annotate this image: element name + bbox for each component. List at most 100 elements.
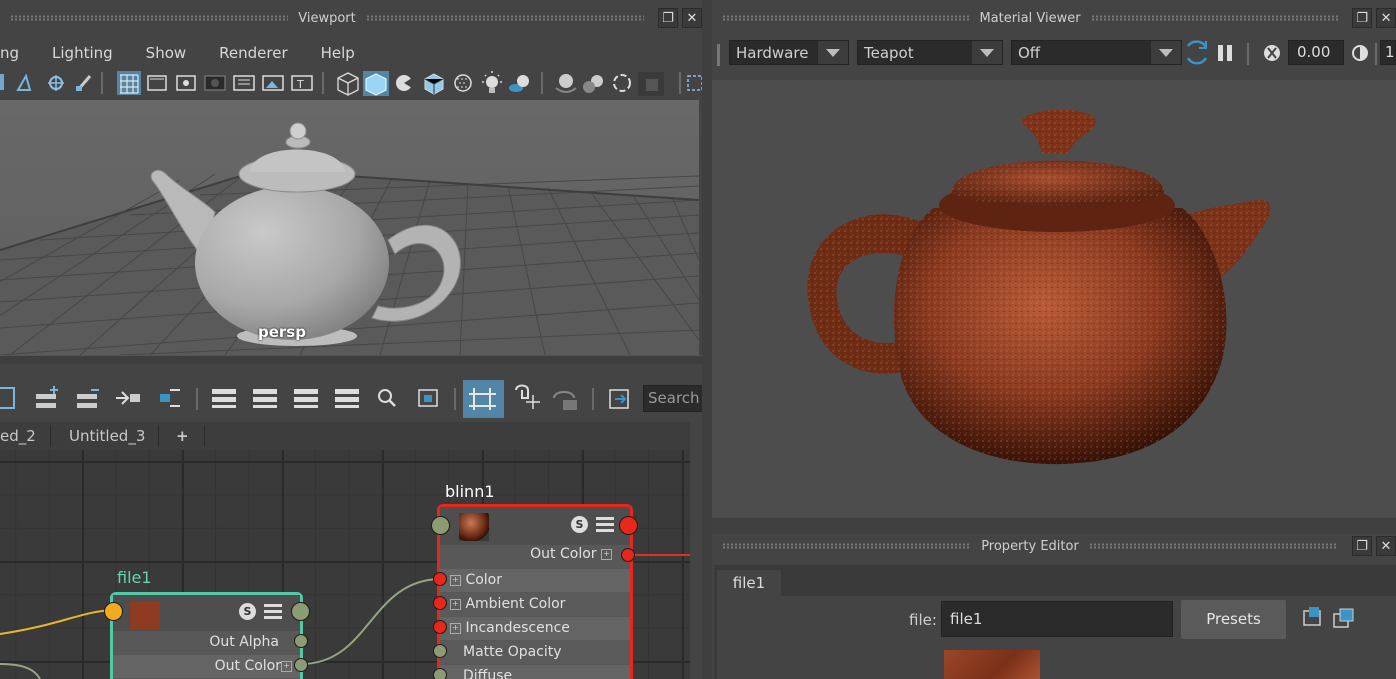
swatches-icon[interactable] <box>553 391 577 410</box>
exposure-icon[interactable] <box>1264 45 1280 61</box>
file1-input-port[interactable] <box>104 602 123 621</box>
pause-icon[interactable] <box>1218 45 1232 61</box>
wireframe-icon[interactable] <box>337 72 359 96</box>
safe-action-icon[interactable] <box>262 75 284 91</box>
expand-icon[interactable]: + <box>281 660 292 672</box>
close-icon[interactable]: ✕ <box>1376 536 1396 556</box>
graph-upstream-icon[interactable] <box>116 391 140 405</box>
search-icon[interactable] <box>378 389 396 407</box>
close-icon[interactable]: ✕ <box>1376 8 1396 28</box>
main-vertical-splitter[interactable] <box>702 0 712 679</box>
file-name-input[interactable]: file1 <box>941 601 1173 637</box>
exposure-field[interactable]: 0.00 <box>1288 40 1344 65</box>
grid-icon[interactable] <box>117 71 141 95</box>
blinn1-input-port[interactable] <box>431 516 450 535</box>
blinn1-outcolor-port[interactable] <box>621 548 635 562</box>
gate-mask-icon[interactable] <box>204 75 226 91</box>
simple-mode-icon[interactable] <box>212 389 236 408</box>
menu-lighting[interactable]: Lighting <box>52 44 113 62</box>
viewport-3d-view[interactable]: persp <box>0 100 699 355</box>
anti-aliasing-icon[interactable] <box>613 74 631 92</box>
image-plane-icon[interactable] <box>76 75 92 91</box>
environment-dropdown[interactable]: Off <box>1011 40 1182 65</box>
node-search-field[interactable]: Search <box>643 385 703 412</box>
menu-renderer[interactable]: Renderer <box>219 44 287 62</box>
show-input-output-icon[interactable] <box>1303 607 1321 626</box>
custom-mode-icon[interactable] <box>335 389 359 408</box>
graph-input-output-icon[interactable] <box>0 387 15 409</box>
resolution-gate-icon[interactable] <box>176 75 196 91</box>
use-lights-icon[interactable] <box>482 71 502 93</box>
connected-mode-icon[interactable] <box>253 389 277 408</box>
float-icon[interactable]: ❐ <box>1352 536 1372 556</box>
file1-outalpha-port[interactable] <box>294 634 308 648</box>
material-viewer-drag-handle[interactable] <box>722 15 970 21</box>
blinn1-node[interactable]: S Out Color + + Color + Ambient Color + … <box>437 504 633 679</box>
gamma-icon[interactable] <box>1352 45 1368 61</box>
safe-title-icon[interactable]: T <box>291 75 313 91</box>
add-tab-button[interactable]: + <box>176 423 196 449</box>
file1-node[interactable]: S Out Alpha Out Color + <box>110 592 303 679</box>
menu-show[interactable]: Show <box>146 44 186 62</box>
menu-help[interactable]: Help <box>321 44 355 62</box>
renderer-dropdown[interactable]: Hardware <box>729 40 849 65</box>
file1-node-title[interactable]: file1 <box>117 568 152 587</box>
motion-blur-icon[interactable] <box>583 75 603 93</box>
shadows-icon[interactable] <box>509 75 529 92</box>
file1-outcolor-port[interactable] <box>294 658 308 672</box>
connection-color[interactable] <box>300 578 441 665</box>
material-render-view[interactable] <box>712 80 1396 518</box>
graph-downstream-icon[interactable] <box>160 389 180 407</box>
frame-selected-icon[interactable] <box>418 389 438 407</box>
blinn1-node-title[interactable]: blinn1 <box>445 482 495 501</box>
snap-to-grid-icon[interactable] <box>515 384 540 410</box>
viewport-node-divider[interactable] <box>0 355 702 364</box>
property-editor-drag-handle-right[interactable] <box>1088 543 1338 549</box>
presets-button[interactable]: Presets <box>1181 600 1286 639</box>
remove-selected-icon[interactable] <box>77 389 99 408</box>
wireframe-on-shaded-icon[interactable] <box>396 75 412 91</box>
file1-output-port[interactable] <box>291 602 310 621</box>
expand-icon[interactable]: + <box>601 548 612 560</box>
select-camera-icon[interactable] <box>0 74 4 90</box>
add-selected-icon[interactable] <box>36 386 58 408</box>
textured-icon[interactable] <box>424 73 444 95</box>
clear-graph-icon[interactable] <box>609 389 629 409</box>
geometry-dropdown[interactable]: Teapot <box>857 40 1003 65</box>
expand-icon[interactable]: + <box>450 574 461 586</box>
float-icon[interactable]: ❐ <box>658 8 678 28</box>
close-icon[interactable]: ✕ <box>682 8 702 28</box>
file1-solo-icon[interactable]: S <box>239 603 256 620</box>
property-editor-drag-handle[interactable] <box>722 543 972 549</box>
copy-tab-icon[interactable] <box>1333 608 1354 628</box>
expand-icon[interactable]: + <box>450 622 461 634</box>
viewport-drag-handle[interactable] <box>10 15 289 21</box>
viewer-property-divider[interactable] <box>712 518 1396 534</box>
isolate-select-icon[interactable] <box>687 75 702 91</box>
property-tab-file1[interactable]: file1 <box>717 570 781 596</box>
depth-of-field-icon[interactable] <box>638 72 664 96</box>
camera-attributes-icon[interactable] <box>16 73 32 91</box>
blinn1-solo-icon[interactable]: S <box>571 516 588 533</box>
blinn1-incandescence-port[interactable] <box>433 620 447 634</box>
blinn1-ambient-port[interactable] <box>433 596 447 610</box>
blinn1-color-port[interactable] <box>433 572 447 586</box>
material-viewer-drag-handle-right[interactable] <box>1090 15 1339 21</box>
blinn1-matte-port[interactable] <box>433 644 447 658</box>
smooth-shade-icon[interactable] <box>363 71 389 96</box>
blinn1-output-port[interactable] <box>619 516 638 535</box>
expand-icon[interactable]: + <box>450 598 461 610</box>
material-viewer-grip[interactable] <box>717 44 720 66</box>
xray-icon[interactable] <box>454 74 472 92</box>
menu-shading[interactable]: ng <box>0 44 19 62</box>
refresh-icon[interactable] <box>1186 40 1208 65</box>
file1-mode-icon[interactable] <box>264 604 282 620</box>
field-chart-icon[interactable] <box>233 75 255 91</box>
tab-untitled-3[interactable]: Untitled_3 <box>69 423 169 449</box>
blinn1-mode-icon[interactable] <box>596 517 614 533</box>
gamma-field[interactable]: 1 <box>1380 40 1396 65</box>
float-icon[interactable]: ❐ <box>1352 8 1373 28</box>
blinn1-diffuse-port[interactable] <box>433 668 447 679</box>
tab-untitled-2[interactable]: ed_2 <box>0 423 50 449</box>
film-gate-icon[interactable] <box>147 75 167 91</box>
